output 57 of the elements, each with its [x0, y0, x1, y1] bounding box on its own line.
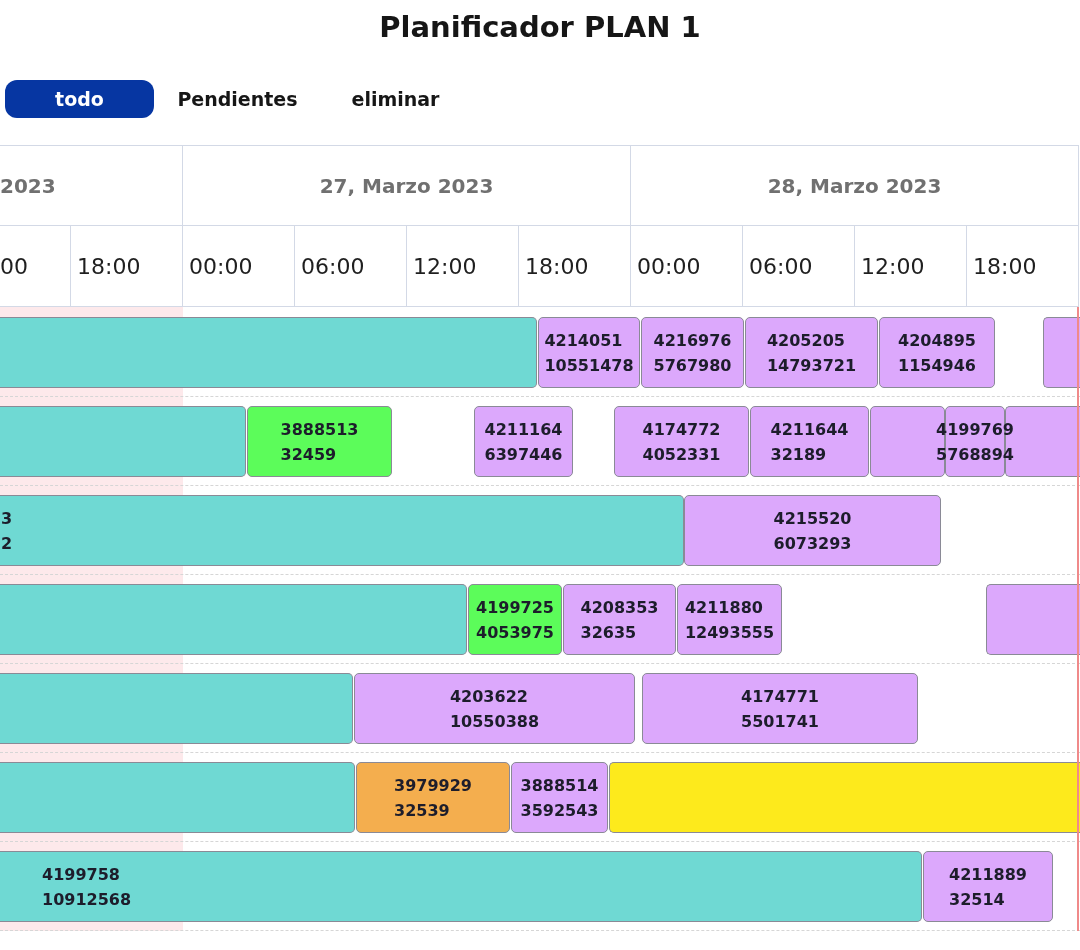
task-text: 4211880 [684, 596, 763, 619]
task-text: 5501741 [741, 710, 819, 733]
date-header: 2023 [0, 146, 183, 225]
task-text: 4211889 [949, 863, 1027, 886]
task-text: 32539 [394, 799, 450, 822]
task-text: 10551478 [544, 354, 634, 377]
task-text: 4174771 [741, 685, 819, 708]
hour-header: 12:00 [407, 225, 519, 306]
task-text: 6397446 [484, 443, 563, 466]
hour-header: 06:00 [295, 225, 407, 306]
task-text: 4052331 [642, 443, 721, 466]
task-text: 10550388 [449, 710, 540, 733]
task-text: 12493555 [684, 621, 775, 644]
date-header: 28, Marzo 2023 [631, 146, 1079, 225]
task-text: 2 [1, 532, 13, 555]
task-text: 32514 [949, 888, 1005, 911]
task-text: 4214051 [544, 329, 623, 352]
task-text: 3 [1, 507, 13, 530]
task-text: 5768894 [936, 443, 1014, 466]
hour-header: 00:00 [631, 225, 743, 306]
task-text: 32635 [580, 621, 637, 644]
task-text: 4204895 [898, 329, 976, 352]
task-text: 3888514 [520, 774, 599, 797]
hour-header: 18:00 [71, 225, 183, 306]
task-text: 4208353 [580, 596, 659, 619]
task-text: 4211644 [770, 418, 849, 441]
task-text: 10912568 [42, 888, 132, 911]
task-text: 32189 [770, 443, 827, 466]
task-text: 4199725 [476, 596, 554, 619]
task-text: 5767980 [653, 354, 732, 377]
task-text: 3979929 [394, 774, 472, 797]
task-text: 4216976 [653, 329, 732, 352]
filter-tab[interactable]: todo [5, 80, 154, 118]
task-text: 4211164 [484, 418, 563, 441]
task-text: 4199769 [936, 418, 1014, 441]
task-text: 3888513 [280, 418, 359, 441]
task-text: 4203622 [449, 685, 528, 708]
task-text: 3592543 [520, 799, 599, 822]
task-text: 4053975 [476, 621, 554, 644]
hour-header: 18:00 [967, 225, 1079, 306]
hour-header: 06:00 [743, 225, 855, 306]
filter-tab[interactable]: Pendientes [175, 84, 300, 114]
task-text: 6073293 [773, 532, 852, 555]
date-header: 27, Marzo 2023 [183, 146, 631, 225]
task-text: 1154946 [898, 354, 976, 377]
task-text: 32459 [280, 443, 337, 466]
task-text: 4215520 [773, 507, 852, 530]
task-text: 4205205 [766, 329, 845, 352]
hour-header: 18:00 [519, 225, 631, 306]
hour-header: 00:00 [183, 225, 295, 306]
hour-header: 12:00 [855, 225, 967, 306]
task-text: 4174772 [642, 418, 721, 441]
task-text: 14793721 [766, 354, 857, 377]
hour-header: 00 [0, 225, 71, 306]
page-title: Planificador PLAN 1 [378, 9, 702, 45]
filter-tab[interactable]: eliminar [349, 84, 442, 114]
task-text: 4199758 [42, 863, 120, 886]
